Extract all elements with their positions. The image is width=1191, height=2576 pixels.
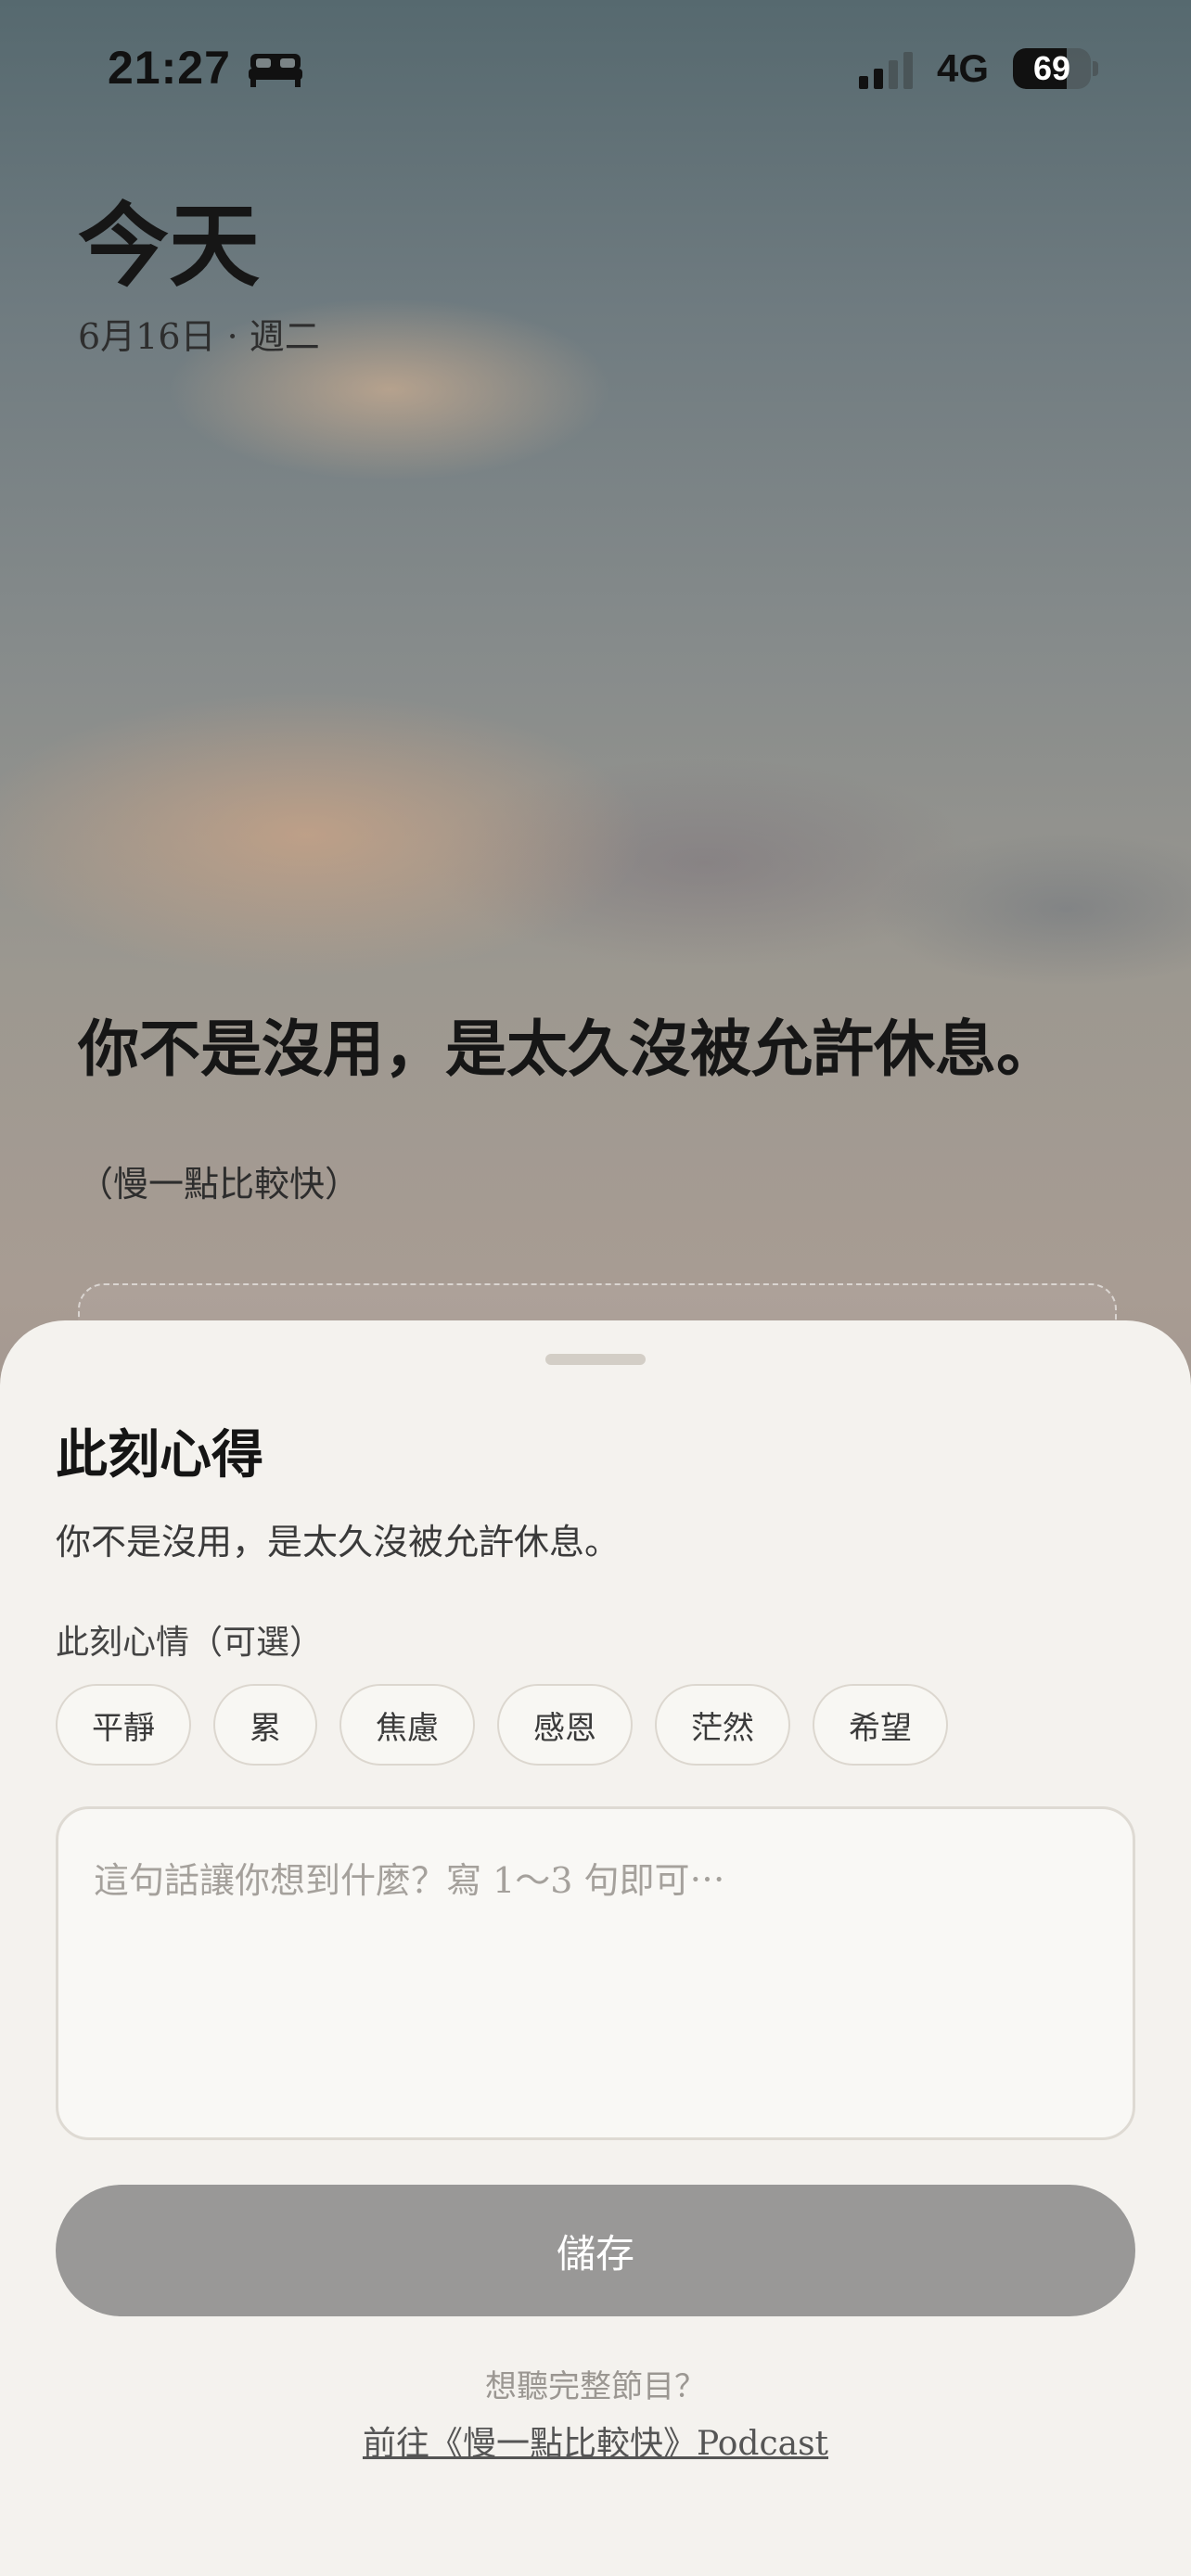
mood-chip-lost[interactable]: 茫然 <box>655 1684 790 1766</box>
mood-chip-tired[interactable]: 累 <box>213 1684 317 1766</box>
mood-chip-anxious[interactable]: 焦慮 <box>339 1684 475 1766</box>
note-field <box>56 1806 1135 2140</box>
network-type: 4G <box>937 46 990 90</box>
note-input[interactable] <box>58 1809 1133 2137</box>
page-title: 今天 <box>78 193 261 300</box>
mood-chip-calm[interactable]: 平靜 <box>56 1684 191 1766</box>
reflection-sheet: 此刻心得 你不是沒用，是太久沒被允許休息。 此刻心情（可選） 平靜 累 焦慮 感… <box>0 1320 1191 2576</box>
battery-cap <box>1093 61 1098 76</box>
battery-icon: 69 <box>1013 48 1091 89</box>
battery-level: 69 <box>1032 49 1071 87</box>
status-time: 21:27 <box>108 42 231 94</box>
save-button[interactable]: 儲存 <box>56 2185 1135 2316</box>
status-bar: 21:27 4G 69 <box>0 0 1191 139</box>
bed-icon <box>249 54 302 87</box>
sheet-drag-handle[interactable] <box>545 1354 646 1365</box>
sheet-quote: 你不是沒用，是太久沒被允許休息。 <box>56 1522 621 1562</box>
signal-icon <box>859 52 913 89</box>
quote-source: （慢一點比較快） <box>78 1164 361 1205</box>
daily-quote: 你不是沒用，是太久沒被允許休息。 <box>78 1013 1057 1085</box>
mood-chip-hope[interactable]: 希望 <box>813 1684 948 1766</box>
mood-label: 此刻心情（可選） <box>56 1624 324 1662</box>
podcast-link[interactable]: 前往《慢一點比較快》Podcast <box>0 2417 1191 2465</box>
mood-chip-grateful[interactable]: 感恩 <box>497 1684 633 1766</box>
page-date: 6月16日 · 週二 <box>78 316 320 357</box>
podcast-prompt: 想聽完整節目？ <box>485 2368 706 2405</box>
sheet-title: 此刻心得 <box>56 1424 263 1486</box>
